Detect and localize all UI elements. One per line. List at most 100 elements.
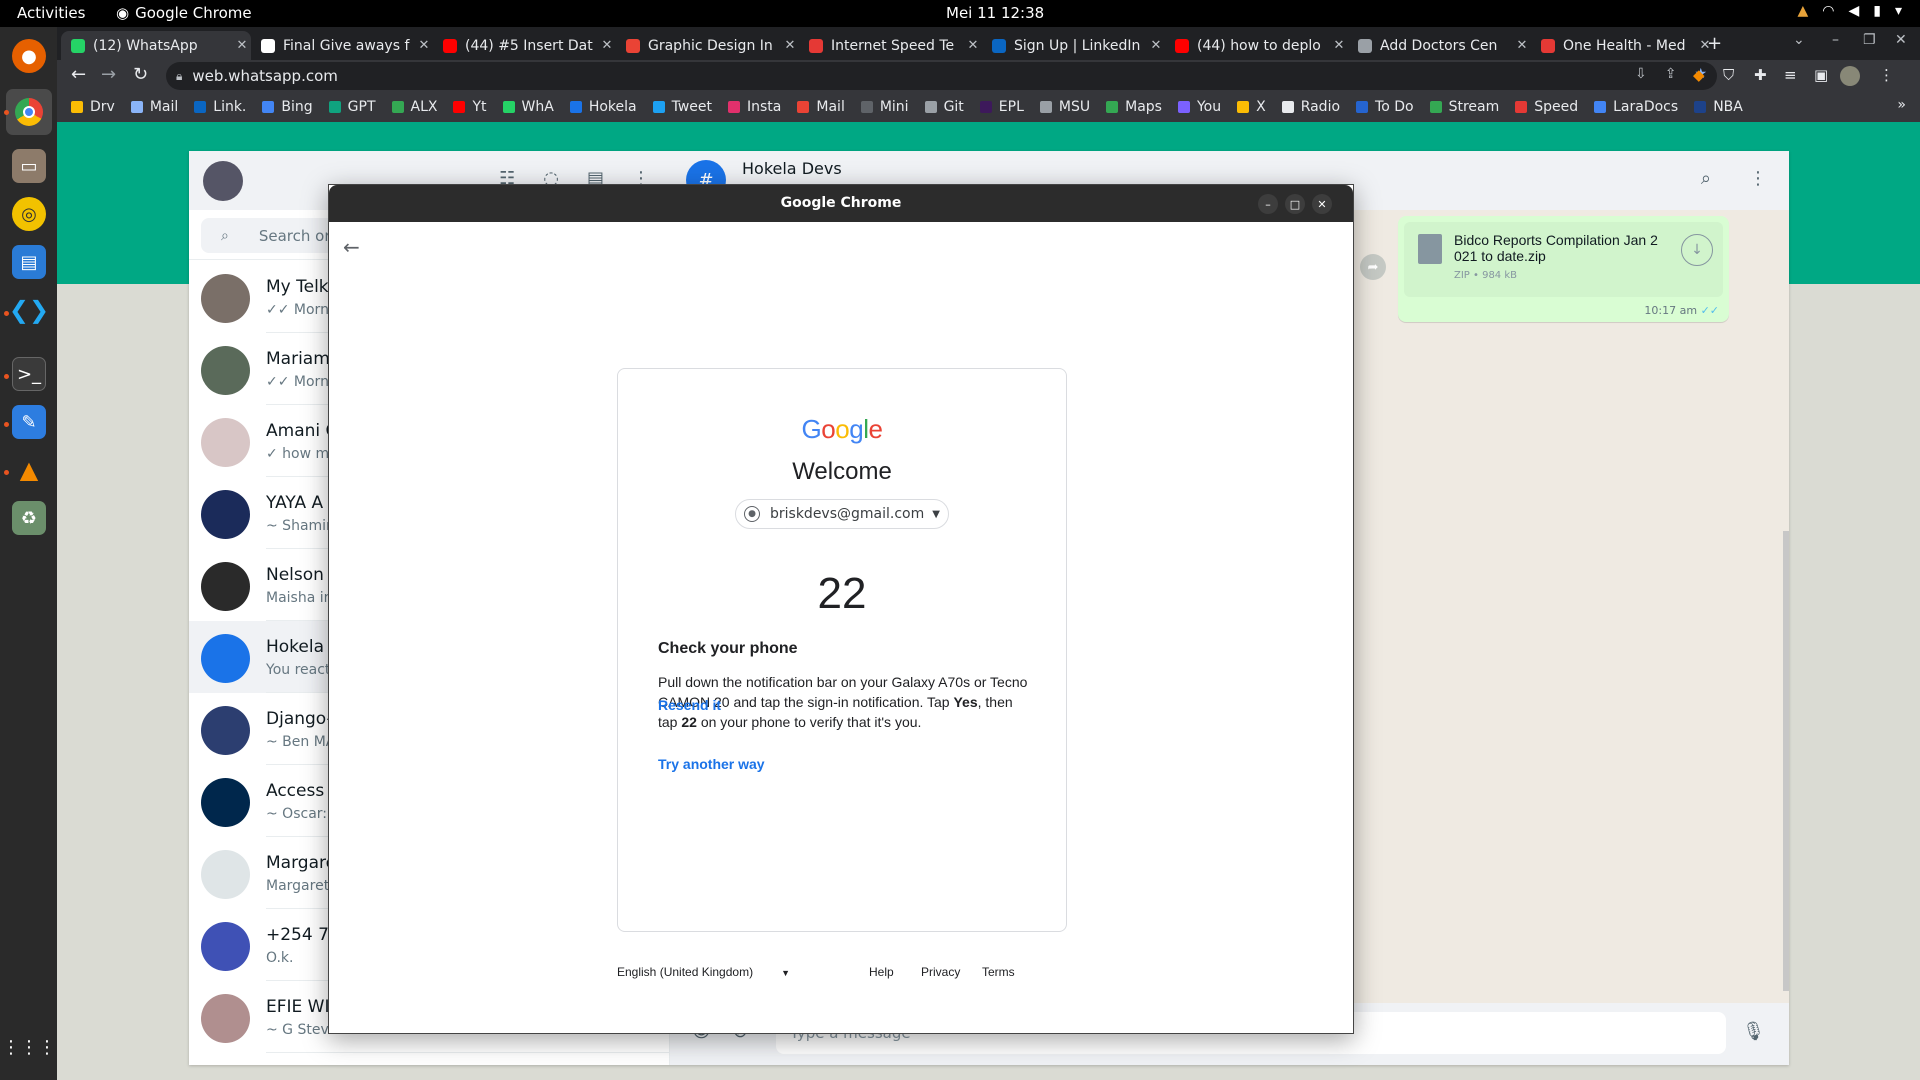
privacy-link[interactable]: Privacy	[921, 965, 960, 979]
browser-tab[interactable]: (44) #5 Insert Dat ✕	[433, 31, 616, 60]
install-app-icon[interactable]: ⇩	[1635, 66, 1647, 82]
side-panel-icon[interactable]: ▣	[1814, 66, 1828, 84]
chat-avatar[interactable]	[201, 346, 250, 395]
chat-avatar[interactable]	[201, 274, 250, 323]
download-icon[interactable]: ↓	[1681, 234, 1713, 266]
chat-avatar[interactable]	[201, 994, 250, 1043]
firefox-icon[interactable]: ●	[12, 39, 46, 73]
chat-avatar[interactable]	[201, 418, 250, 467]
browser-tab[interactable]: (12) WhatsApp ✕	[61, 31, 251, 60]
url-text[interactable]: web.whatsapp.com	[192, 67, 338, 85]
back-arrow-icon[interactable]: ←	[343, 235, 360, 259]
tab-close-icon[interactable]: ✕	[781, 38, 799, 53]
lock-icon[interactable]: 🔒︎	[176, 69, 182, 84]
bookmark-item[interactable]: Speed	[1515, 99, 1578, 115]
browser-tab[interactable]: (44) how to deplo ✕	[1165, 31, 1348, 60]
tab-close-icon[interactable]: ✕	[964, 38, 982, 53]
search-icon[interactable]: ⌕	[1701, 168, 1711, 189]
extension-icon[interactable]: ◆	[1693, 66, 1705, 84]
forward-button[interactable]: →	[101, 64, 116, 85]
forward-icon[interactable]: ➦	[1360, 254, 1386, 280]
bookmark-item[interactable]: Mail	[130, 99, 178, 115]
language-select[interactable]: English (United Kingdom) ▼	[617, 965, 790, 979]
address-bar[interactable]: 🔒︎ web.whatsapp.com ⇩ ⇪ ★	[166, 62, 1717, 90]
vscode-icon[interactable]: ❮❯	[9, 293, 49, 327]
account-chip[interactable]: ● briskdevs@gmail.com ▼	[735, 499, 949, 529]
bookmark-item[interactable]: Radio	[1281, 99, 1340, 115]
bookmark-item[interactable]: Yt	[453, 99, 487, 115]
back-button[interactable]: ←	[71, 64, 86, 85]
conversation-title[interactable]: Hokela Devs	[742, 159, 842, 178]
text-editor-icon[interactable]: ✎	[12, 405, 46, 439]
browser-menu-icon[interactable]: ⋮	[1879, 66, 1894, 84]
tab-close-icon[interactable]: ✕	[1330, 38, 1348, 53]
tab-close-icon[interactable]: ✕	[233, 38, 251, 53]
bookmark-item[interactable]: ALX	[391, 99, 437, 115]
profile-avatar[interactable]	[1840, 66, 1860, 86]
rhythmbox-icon[interactable]: ◎	[12, 197, 46, 231]
bookmark-item[interactable]: To Do	[1356, 99, 1414, 115]
scrollbar[interactable]	[1783, 531, 1789, 991]
bookmark-item[interactable]: LaraDocs	[1594, 99, 1678, 115]
close-button[interactable]: ✕	[1312, 194, 1332, 214]
reload-button[interactable]: ↻	[133, 64, 148, 85]
bookmark-item[interactable]: GPT	[328, 99, 376, 115]
browser-tab[interactable]: Add Doctors Cen ✕	[1348, 31, 1531, 60]
menu-icon[interactable]: ⋮	[1749, 168, 1767, 189]
extensions-puzzle-icon[interactable]: ✚	[1754, 66, 1767, 84]
media-controls-icon[interactable]: ≡	[1784, 66, 1797, 84]
warning-icon[interactable]: ▲	[1797, 3, 1808, 19]
close-window-button[interactable]: ✕	[1895, 32, 1907, 48]
bookmark-item[interactable]: Mini	[860, 99, 909, 115]
bookmark-item[interactable]: Tweet	[652, 99, 712, 115]
bookmark-item[interactable]: MSU	[1039, 99, 1090, 115]
tab-search-icon[interactable]: ⌄	[1793, 32, 1805, 48]
maximize-button[interactable]: □	[1285, 194, 1305, 214]
my-avatar[interactable]	[203, 161, 243, 201]
restore-button[interactable]: ❐	[1863, 32, 1876, 48]
browser-tab[interactable]: Sign Up | LinkedIn ✕	[982, 31, 1165, 60]
help-link[interactable]: Help	[869, 965, 894, 979]
terms-link[interactable]: Terms	[982, 965, 1015, 979]
tab-close-icon[interactable]: ✕	[1696, 38, 1714, 53]
resend-link[interactable]: Resend it	[658, 697, 721, 713]
bookmark-item[interactable]: Git	[924, 99, 964, 115]
file-message[interactable]: Bidco Reports Compilation Jan 2 021 to d…	[1398, 216, 1729, 322]
microphone-icon[interactable]: 🎙︎	[1742, 1021, 1765, 1042]
clock[interactable]: Mei 11 12:38	[946, 4, 1044, 22]
terminal-icon[interactable]: >_	[12, 357, 46, 391]
chat-avatar[interactable]	[201, 490, 250, 539]
bookmark-item[interactable]: Stream	[1429, 99, 1499, 115]
tab-close-icon[interactable]: ✕	[1147, 38, 1165, 53]
bookmark-item[interactable]: Hokela	[569, 99, 637, 115]
browser-tab[interactable]: One Health - Med ✕	[1531, 31, 1714, 60]
files-icon[interactable]: ▭	[12, 149, 46, 183]
browser-tab[interactable]: Graphic Design In ✕	[616, 31, 799, 60]
file-attachment[interactable]: Bidco Reports Compilation Jan 2 021 to d…	[1404, 222, 1723, 297]
activities-button[interactable]: Activities	[17, 4, 85, 22]
tab-close-icon[interactable]: ✕	[598, 38, 616, 53]
bookmark-item[interactable]: Bing	[262, 99, 313, 115]
chat-avatar[interactable]	[201, 922, 250, 971]
system-tray[interactable]: ▲ ◠ ◀ ▮ ▾	[1797, 3, 1902, 19]
bookmark-item[interactable]: Maps	[1106, 99, 1162, 115]
vlc-icon[interactable]: ▲	[12, 453, 46, 487]
share-icon[interactable]: ⇪	[1665, 66, 1677, 82]
app-menu[interactable]: ◉ Google Chrome	[116, 4, 252, 22]
show-apps-icon[interactable]: ⋮⋮⋮	[2, 1030, 56, 1064]
browser-tab[interactable]: Final Give aways f ✕	[251, 31, 433, 60]
minimize-button[interactable]: –	[1258, 194, 1278, 214]
minimize-button[interactable]: –	[1832, 32, 1839, 48]
bookmark-item[interactable]: Drv	[71, 99, 115, 115]
chat-avatar[interactable]	[201, 850, 250, 899]
chat-avatar[interactable]	[201, 562, 250, 611]
bookmark-item[interactable]: NBA	[1694, 99, 1743, 115]
bookmark-item[interactable]: Mail	[797, 99, 845, 115]
try-another-way-link[interactable]: Try another way	[658, 756, 765, 772]
browser-tab[interactable]: Internet Speed Te ✕	[799, 31, 982, 60]
bookmark-item[interactable]: EPL	[979, 99, 1024, 115]
window-titlebar[interactable]: Google Chrome – □ ✕	[329, 185, 1353, 222]
chrome-dock-icon[interactable]	[6, 89, 52, 135]
more-bookmarks-icon[interactable]: »	[1897, 97, 1906, 113]
chat-avatar[interactable]	[201, 778, 250, 827]
